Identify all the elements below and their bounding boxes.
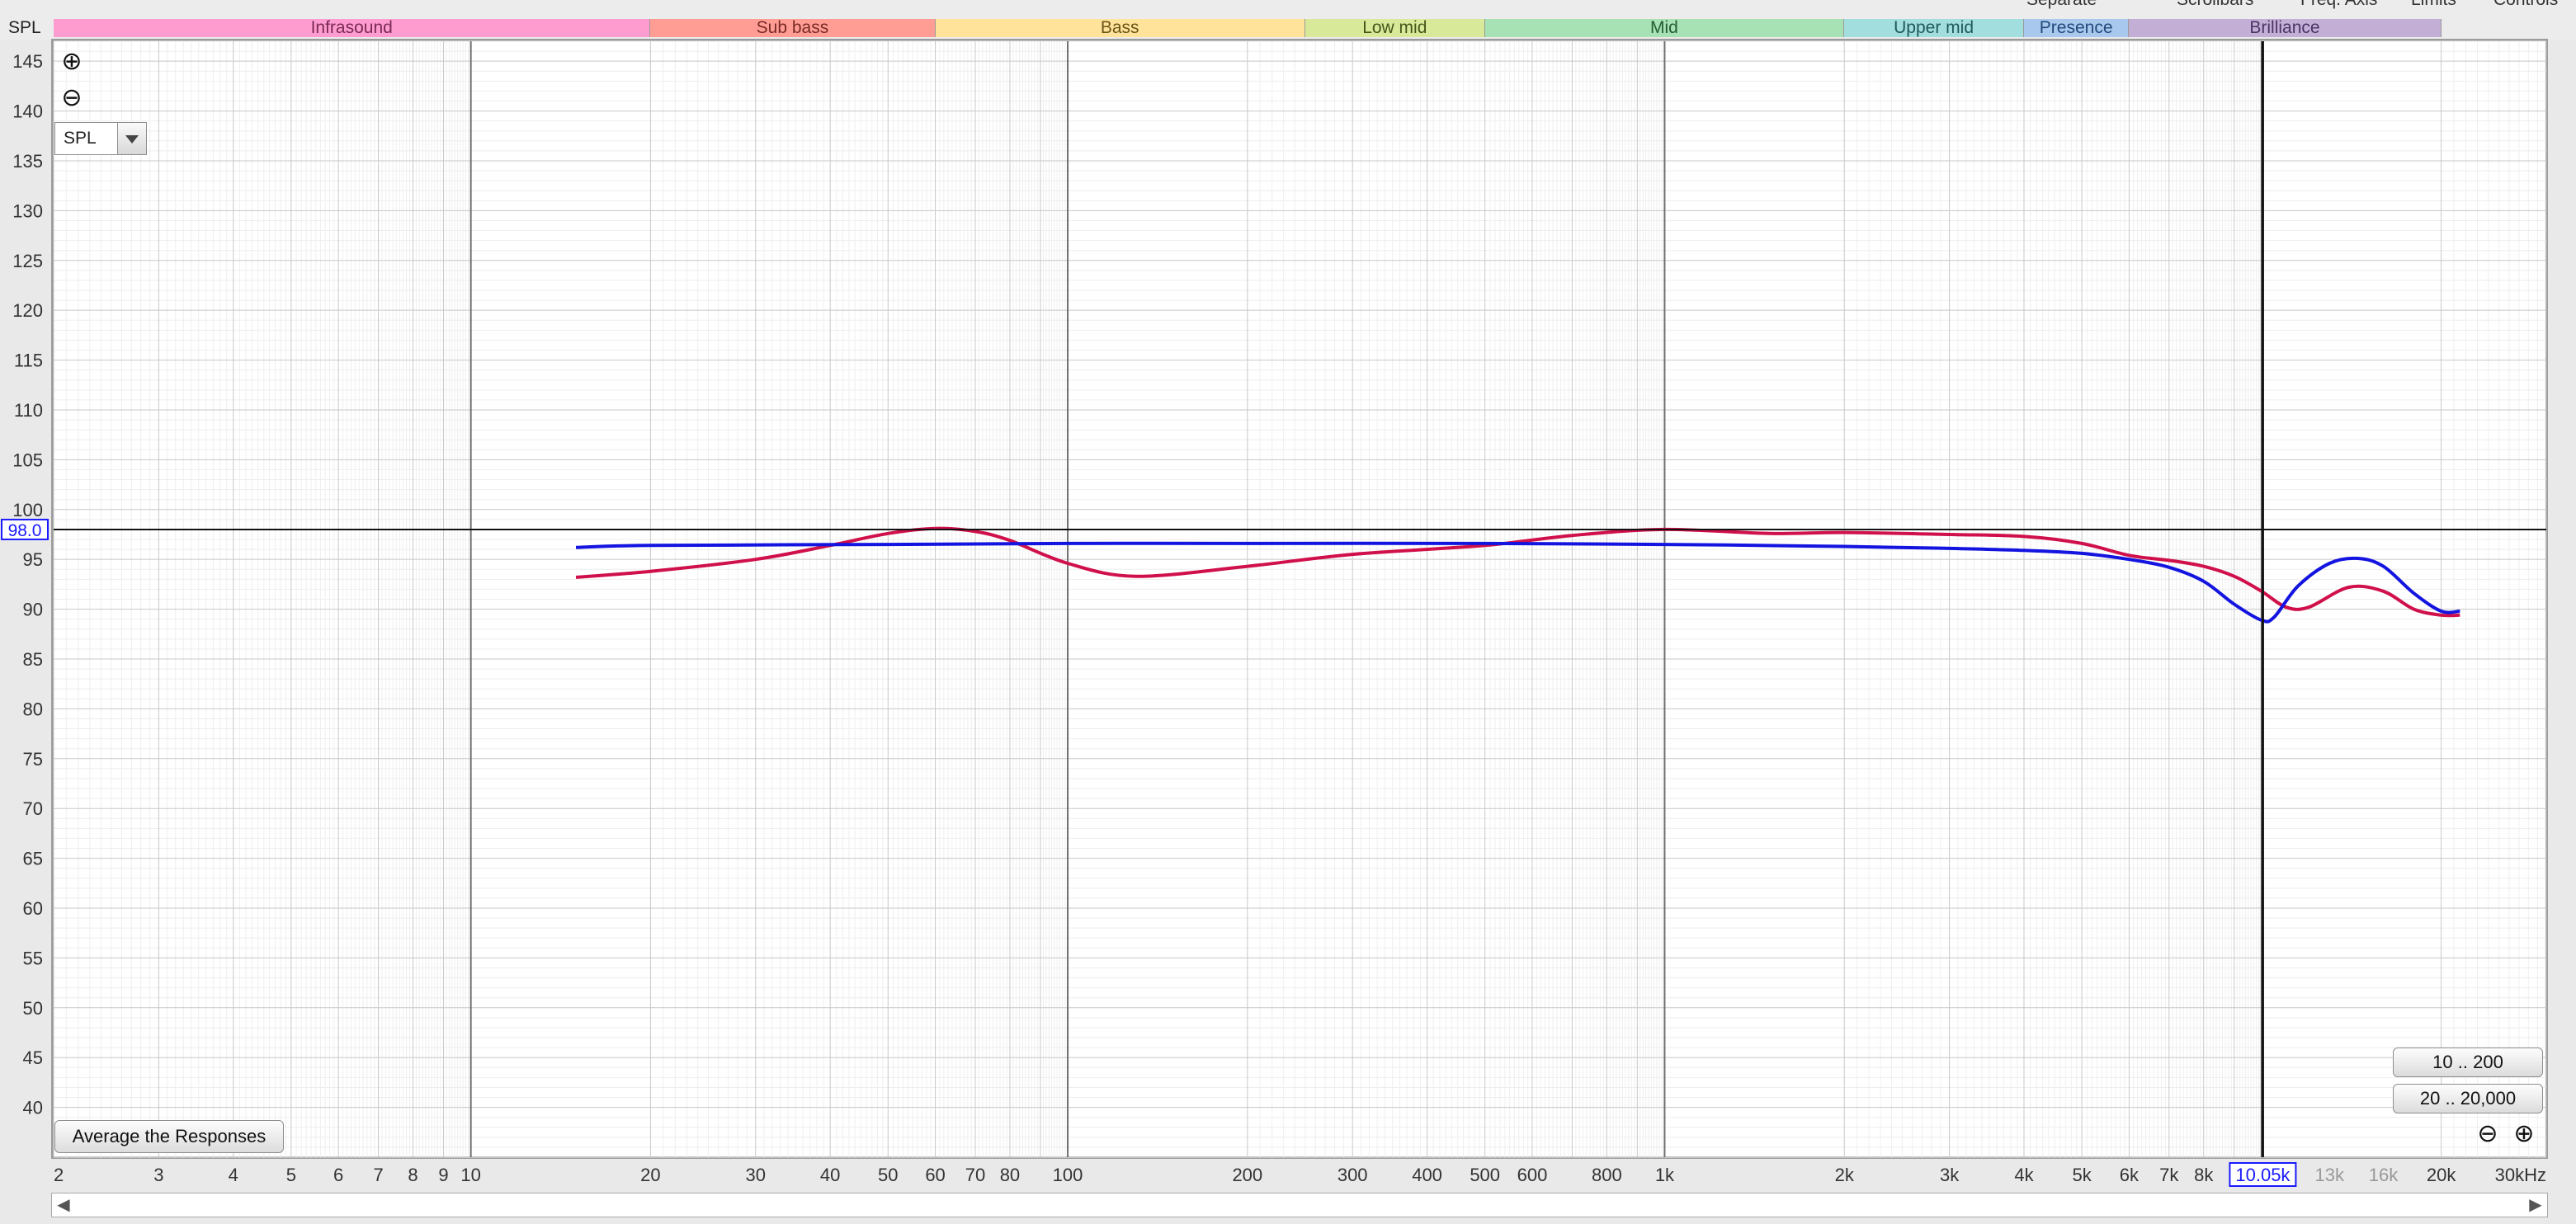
x-tick-label: 30kHz bbox=[2495, 1165, 2546, 1185]
y-tick-label: 125 bbox=[12, 251, 43, 271]
cursor-layer: 98.0 10.05k bbox=[1, 41, 2546, 1187]
series-layer bbox=[575, 526, 2460, 624]
y-tick-label: 50 bbox=[23, 998, 43, 1019]
zoom-in-icon[interactable]: ⊕ bbox=[2512, 1122, 2536, 1146]
x-tick-label: 40 bbox=[820, 1165, 840, 1185]
range-10-200-button[interactable]: 10 .. 200 bbox=[2393, 1047, 2543, 1077]
y-tick-label: 65 bbox=[23, 849, 43, 869]
x-tick-label: 4k bbox=[2014, 1165, 2034, 1185]
minor-gridlines bbox=[53, 40, 2547, 1158]
y-tick-label: 130 bbox=[12, 200, 43, 221]
x-tick-label: 2k bbox=[1835, 1165, 1855, 1185]
x-tick-label: 13k bbox=[2315, 1165, 2345, 1185]
y-tick-label: 55 bbox=[23, 948, 43, 968]
y-tick-label: 75 bbox=[23, 749, 43, 770]
x-tick-label: 16k bbox=[2369, 1165, 2399, 1185]
x-tick-label: 4 bbox=[229, 1165, 238, 1185]
x-tick-label: 9 bbox=[438, 1165, 448, 1185]
scroll-left-icon[interactable]: ◀ bbox=[52, 1193, 75, 1217]
cursor-y-readout: 98.0 bbox=[8, 521, 42, 540]
y-tick-label: 80 bbox=[23, 699, 43, 719]
x-tick-label: 300 bbox=[1338, 1165, 1368, 1185]
chevron-down-icon[interactable] bbox=[117, 123, 146, 154]
cursor-x-readout: 10.05k bbox=[2235, 1165, 2291, 1185]
y-tick-label: 100 bbox=[12, 500, 43, 520]
x-tick-label: 100 bbox=[1053, 1165, 1083, 1185]
y-tick-label: 120 bbox=[12, 300, 43, 321]
x-tick-label: 8 bbox=[408, 1165, 418, 1185]
y-tick-label: 90 bbox=[23, 600, 43, 620]
horizontal-scrollbar[interactable]: ◀ ▶ bbox=[51, 1193, 2548, 1217]
y-tick-label: 110 bbox=[14, 400, 43, 421]
x-tick-label: 400 bbox=[1412, 1165, 1442, 1185]
y-tick-label: 135 bbox=[12, 151, 43, 172]
x-tick-label: 20 bbox=[640, 1165, 660, 1185]
x-tick-label: 20k bbox=[2427, 1165, 2456, 1185]
x-tick-label: 7 bbox=[373, 1165, 383, 1185]
spl-select-value: SPL bbox=[64, 129, 97, 148]
y-tick-label: 145 bbox=[12, 51, 43, 72]
zoom-out-icon[interactable]: ⊖ bbox=[2475, 1122, 2500, 1146]
spl-select[interactable]: SPL bbox=[54, 122, 147, 155]
y-tick-label: 140 bbox=[12, 101, 43, 122]
y-axis: 40 45 50 55 60 65 70 75 80 85 90 95 100 105 110 115 120 1… bbox=[12, 51, 43, 1118]
y-tick-label: 115 bbox=[14, 351, 43, 371]
range-20-20000-button[interactable]: 20 .. 20,000 bbox=[2393, 1084, 2543, 1113]
x-tick-label: 5k bbox=[2072, 1165, 2092, 1185]
x-tick-label: 3k bbox=[1940, 1165, 1960, 1185]
x-tick-label: 7k bbox=[2159, 1165, 2179, 1185]
x-tick-label: 70 bbox=[965, 1165, 985, 1185]
x-tick-label: 6 bbox=[333, 1165, 343, 1185]
y-tick-label: 60 bbox=[23, 898, 43, 919]
x-tick-label: 60 bbox=[925, 1165, 945, 1185]
x-tick-label: 50 bbox=[878, 1165, 898, 1185]
zoom-in-icon[interactable]: ⊕ bbox=[59, 49, 84, 74]
scroll-right-icon[interactable]: ▶ bbox=[2524, 1193, 2547, 1217]
x-tick-label: 800 bbox=[1592, 1165, 1622, 1185]
x-tick-label: 5 bbox=[286, 1165, 296, 1185]
x-tick-label: 3 bbox=[153, 1165, 163, 1185]
y-tick-label: 95 bbox=[23, 549, 43, 570]
x-tick-label: 2 bbox=[54, 1165, 64, 1185]
x-tick-label: 6k bbox=[2120, 1165, 2140, 1185]
y-tick-label: 40 bbox=[23, 1098, 43, 1118]
x-tick-label: 200 bbox=[1232, 1165, 1262, 1185]
x-tick-label: 10 bbox=[460, 1165, 480, 1185]
x-tick-label: 1k bbox=[1655, 1165, 1675, 1185]
x-axis: 2 3 4 5 6 7 8 9 10 20 30 40 50 60 70 80 100 200 300 400 500 6… bbox=[54, 1165, 2546, 1185]
x-tick-label: 80 bbox=[1000, 1165, 1020, 1185]
series-line-1 bbox=[575, 526, 2460, 618]
average-responses-button[interactable]: Average the Responses bbox=[54, 1120, 284, 1153]
zoom-out-icon[interactable]: ⊖ bbox=[59, 86, 84, 111]
series-line-2 bbox=[575, 541, 2460, 624]
y-tick-label: 45 bbox=[23, 1047, 43, 1068]
frequency-response-chart[interactable]: 4045505560657075808590951001051101151201… bbox=[0, 0, 2576, 1188]
y-tick-label: 105 bbox=[12, 450, 43, 470]
y-tick-label: 85 bbox=[23, 649, 43, 670]
x-tick-label: 500 bbox=[1470, 1165, 1500, 1185]
y-tick-label: 70 bbox=[23, 798, 43, 819]
x-tick-label: 30 bbox=[746, 1165, 766, 1185]
x-tick-label: 600 bbox=[1517, 1165, 1548, 1185]
x-tick-label: 8k bbox=[2194, 1165, 2214, 1185]
